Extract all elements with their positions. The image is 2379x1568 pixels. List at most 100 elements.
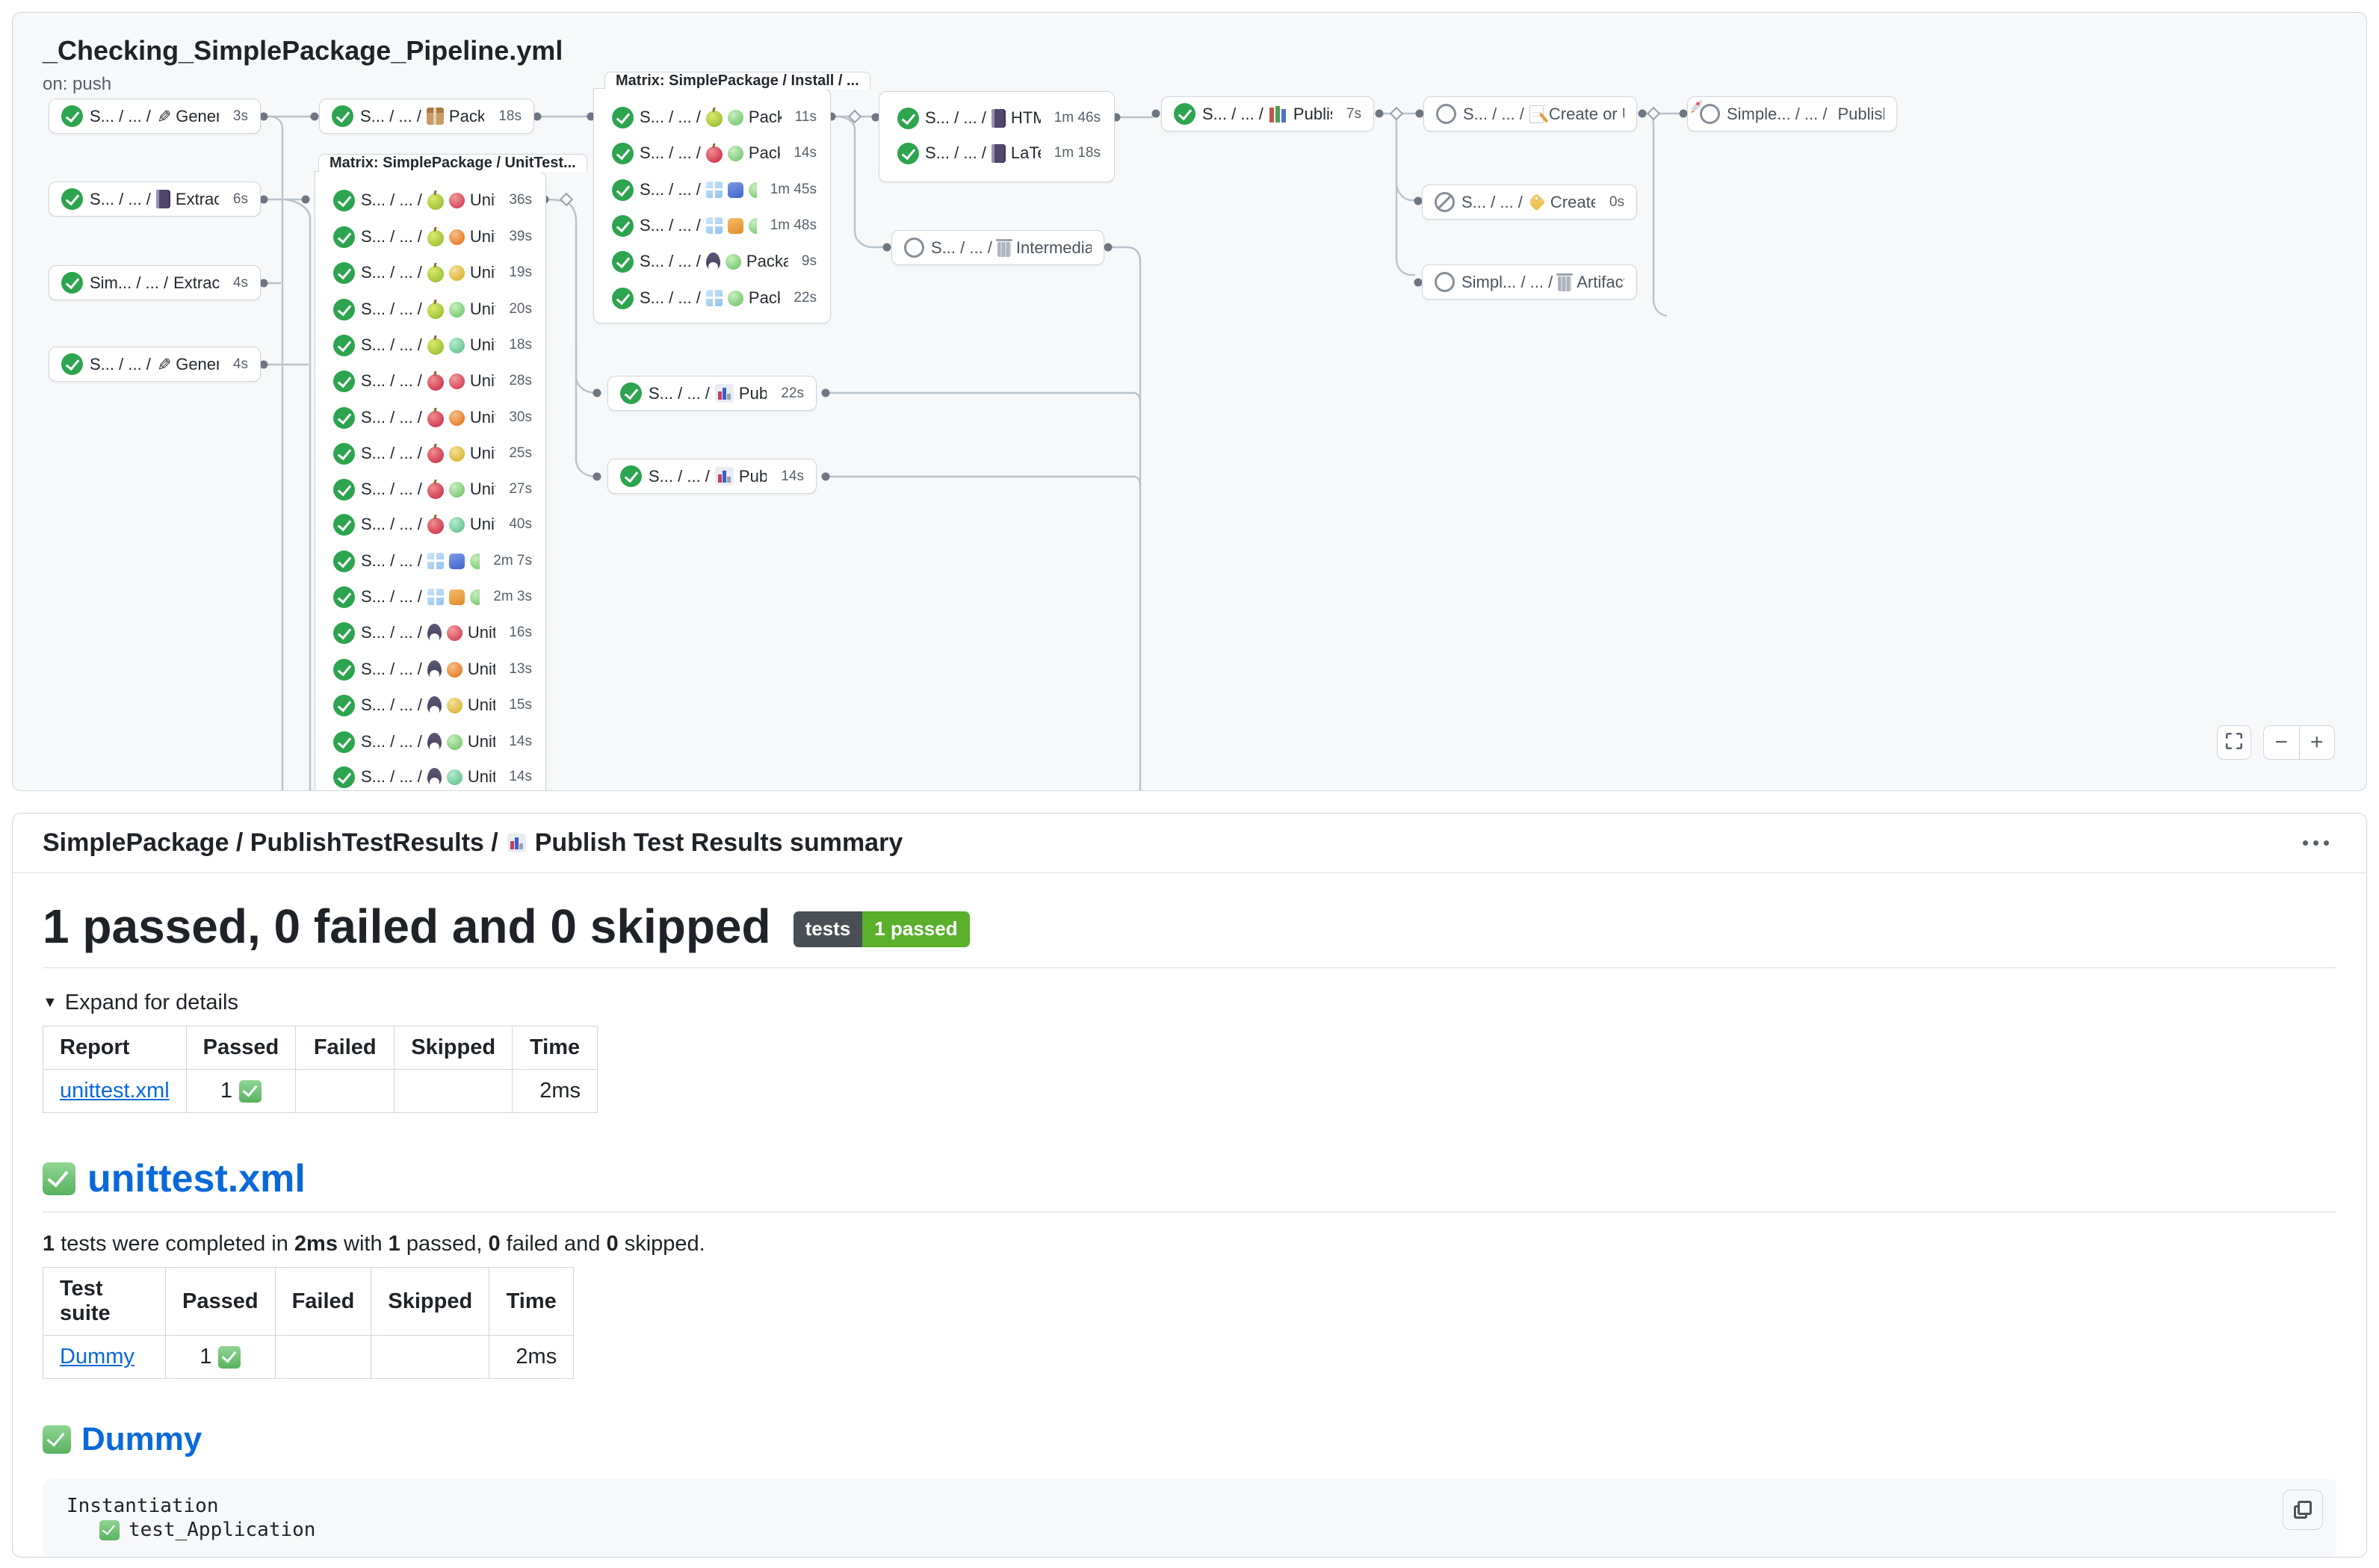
workflow-node-publish-to-pypi[interactable]: Simple... / ... /Publish to PyPI	[1687, 96, 1897, 131]
success-status-icon	[333, 335, 355, 356]
job-label: S... / ... /Publish Test Re...	[649, 467, 767, 486]
matrix-job-row[interactable]: S... / ... /Unit Tests - ...25s	[315, 436, 545, 471]
matrix-job-row[interactable]: S... / ... /Unit Tests - ...27s	[315, 472, 545, 506]
matrix-label-install-matrix: Matrix: SimplePackage / Install / ...	[604, 72, 870, 89]
apple-green-icon	[706, 111, 723, 127]
workflow-node-extract-configuration[interactable]: S... / ... /Extract configur...6s	[49, 182, 261, 217]
workflow-node-row[interactable]: S... / ... /LaTeX Docu...1m 18s	[879, 136, 1114, 170]
apple-green-icon	[427, 193, 444, 210]
matrix-job-row[interactable]: S... / ... /Unit T...2m 7s	[315, 544, 545, 578]
copy-button[interactable]	[2283, 1490, 2323, 1530]
workflow-node-publish-code-coverage[interactable]: S... / ... /Publish Code C...22s	[607, 376, 817, 411]
job-duration: 22s	[786, 290, 817, 306]
success-status-icon	[61, 188, 83, 210]
graph-edge	[285, 199, 310, 790]
zoom-in-button[interactable]: +	[2299, 726, 2335, 759]
matrix-label-unittest-matrix: Matrix: SimplePackage / UnitTest...	[318, 154, 587, 172]
skipped-status-icon	[1435, 272, 1455, 292]
node-port-dot	[1104, 244, 1113, 252]
job-duration: 15s	[501, 697, 532, 713]
matrix-job-row[interactable]: S... / ... /Unit Tests - ...28s	[315, 364, 545, 398]
job-label: Simple... / ... /Publish to PyPI	[1727, 105, 1884, 124]
workflow-node-generate-pipeline-1[interactable]: S... / ... /✎Generate pipelin...3s	[49, 99, 261, 134]
sentence-text: passed,	[400, 1232, 489, 1256]
graph-edge	[576, 376, 595, 393]
job-label: S... / ... /Intermediate Artifa...	[931, 238, 1092, 258]
stat-value: 1	[389, 1232, 400, 1256]
matrix-job-row[interactable]: S... / ... /Package ins...14s	[594, 136, 830, 170]
ball-green-icon	[449, 482, 465, 498]
job-path-prefix: S... / ... /	[361, 623, 422, 642]
job-label: S... / ... /Unit Tests - ...	[361, 660, 495, 679]
matrix-job-row[interactable]: S... / ... /Unit Tests - ...39s	[315, 220, 545, 254]
matrix-job-row[interactable]: S... / ... /Unit Tests - ...40s	[315, 507, 545, 542]
job-path-prefix: S... / ... /	[649, 467, 710, 486]
workflow-node-generate-pipeline-2[interactable]: S... / ... /✎Generate pipelin...4s	[49, 347, 261, 382]
matrix-job-row[interactable]: S... / ... /Unit Tests - ...30s	[315, 400, 545, 435]
test-suite-link[interactable]: Dummy	[60, 1345, 134, 1369]
success-status-icon	[620, 382, 642, 404]
apple-red-icon	[427, 518, 444, 534]
ball-green-icon	[447, 734, 463, 750]
job-duration: 39s	[501, 229, 532, 245]
matrix-job-row[interactable]: S... / ... /Unit Tests - ...15s	[315, 688, 545, 722]
workflow-node-package-in-source[interactable]: S... / ... /Package in Sou...18s	[319, 99, 534, 134]
job-path-prefix: Sim... / ... /	[90, 273, 168, 293]
job-duration: 40s	[501, 516, 532, 533]
matrix-job-row[interactable]: S... / ... /Unit Tests - ...14s	[315, 760, 545, 791]
memo-icon	[1529, 105, 1544, 123]
test-output-code-block: Instantiationtest_Application	[43, 1479, 2336, 1557]
ball-red-icon	[449, 193, 465, 208]
stat-value: 0	[607, 1232, 619, 1256]
zoom-out-button[interactable]: −	[2264, 726, 2299, 759]
matrix-job-row[interactable]: S... / ... /Package ins...11s	[594, 100, 830, 134]
matrix-job-row[interactable]: S... / ... /Unit Tests - ...14s	[315, 725, 545, 759]
workflow-node-publish-to-gh-pages[interactable]: S... / ... /Publish to GH-P...7s	[1161, 96, 1374, 131]
fit-view-button[interactable]	[2217, 725, 2251, 760]
matrix-job-row[interactable]: S... / ... /Packa...1m 45s	[594, 173, 830, 207]
node-port-dot	[311, 113, 319, 121]
copy-icon	[2294, 1501, 2312, 1519]
column-header: Skipped	[395, 1026, 513, 1070]
ball-green-icon	[449, 302, 465, 317]
table-row: unittest.xml12ms	[43, 1070, 598, 1113]
notebook-icon	[991, 109, 1006, 128]
success-status-icon	[61, 105, 83, 127]
file-heading-link[interactable]: unittest.xml	[87, 1156, 306, 1201]
job-path-prefix: S... / ... /	[361, 732, 422, 752]
more-options-button[interactable]	[2295, 833, 2336, 853]
matrix-job-row[interactable]: S... / ... /Unit Tests - ...16s	[315, 616, 545, 650]
matrix-job-row[interactable]: S... / ... /Unit Tests - ...36s	[315, 183, 545, 217]
job-name: HTML Docu...	[1011, 108, 1041, 128]
matrix-job-row[interactable]: S... / ... /Packa...1m 48s	[594, 208, 830, 243]
workflow-node-extract-information[interactable]: Sim... / ... /Extract Information4s	[49, 265, 261, 300]
penguin-icon	[706, 252, 720, 270]
matrix-job-row[interactable]: S... / ... /Unit Tests - ...19s	[315, 255, 545, 290]
workflow-node-row[interactable]: S... / ... /HTML Docu...1m 46s	[879, 101, 1114, 135]
ball-green-icon	[728, 110, 743, 125]
matrix-job-row[interactable]: S... / ... /Unit Tests - ...18s	[315, 328, 545, 362]
ball-teal-icon	[449, 338, 465, 353]
matrix-job-row[interactable]: S... / ... /Package inst...9s	[594, 244, 830, 279]
job-name: LaTeX Docu...	[1011, 143, 1041, 163]
matrix-job-row[interactable]: S... / ... /Unit Tests - ...13s	[315, 652, 545, 687]
workflow-node-create-or-update-release[interactable]: S... / ... /Create or Update R...	[1423, 96, 1637, 131]
matrix-job-row[interactable]: S... / ... /Unit T...2m 3s	[315, 580, 545, 614]
node-port-dot	[1376, 110, 1384, 118]
job-duration: 4s	[226, 275, 248, 291]
matrix-job-row[interactable]: S... / ... /Unit Tests - ...20s	[315, 292, 545, 326]
matrix-job-row[interactable]: S... / ... /Package ins...22s	[594, 281, 830, 315]
workflow-graph-canvas: S... / ... /✎Generate pipelin...3s S... /…	[13, 13, 2366, 790]
expand-for-details-toggle[interactable]: ▼ Expand for details	[43, 991, 2336, 1015]
penguin-icon	[427, 696, 442, 714]
workflow-node-artifact-cleanup[interactable]: Simpl... / ... /Artifact Cleanup	[1422, 264, 1637, 300]
report-file-link[interactable]: unittest.xml	[60, 1079, 170, 1103]
workflow-node-intermediate-artifacts[interactable]: S... / ... /Intermediate Artifa...	[891, 230, 1104, 265]
suite-heading-link[interactable]: Dummy	[81, 1421, 202, 1458]
workflow-node-create-tag[interactable]: S... / ... /Create tag '${{ in...0s	[1422, 185, 1637, 220]
square-blue-icon	[449, 554, 465, 569]
success-status-icon	[333, 262, 355, 284]
ball-green-icon	[470, 589, 480, 605]
job-name: Unit Tests - ...	[470, 227, 495, 247]
workflow-node-publish-test-results[interactable]: S... / ... /Publish Test Re...14s	[607, 459, 817, 494]
